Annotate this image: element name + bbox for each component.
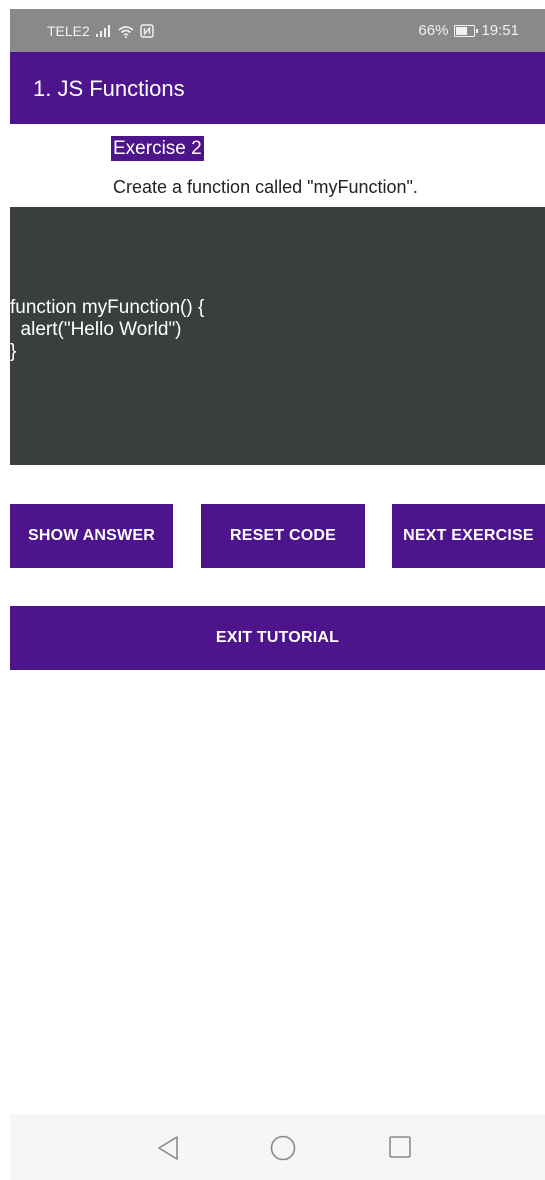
home-icon[interactable]	[270, 1135, 296, 1161]
exit-tutorial-button[interactable]: EXIT TUTORIAL	[10, 606, 545, 670]
show-answer-button[interactable]: SHOW ANSWER	[10, 504, 173, 568]
nfc-icon	[140, 24, 154, 38]
wifi-icon	[118, 25, 134, 38]
battery-icon	[454, 24, 479, 37]
system-nav-bar	[10, 1114, 545, 1180]
status-right: 66% 19:51	[418, 22, 519, 39]
code-editor[interactable]: function myFunction() { alert("Hello Wor…	[10, 207, 545, 465]
exercise-label: Exercise 2	[111, 136, 204, 161]
signal-icon	[95, 25, 112, 37]
exercise-instruction: Create a function called "myFunction".	[113, 177, 418, 197]
code-text[interactable]: function myFunction() { alert("Hello Wor…	[10, 297, 204, 363]
recents-icon[interactable]	[388, 1135, 412, 1159]
app-bar: 1. JS Functions	[10, 52, 545, 124]
status-bar: TELE2 66% 19:51	[10, 9, 545, 52]
app-screen: TELE2 66% 19:51 1. JS Functions Exercise…	[10, 9, 545, 1180]
reset-code-button[interactable]: RESET CODE	[201, 504, 365, 568]
status-left: TELE2	[47, 23, 154, 39]
clock: 19:51	[481, 22, 519, 39]
page-title: 1. JS Functions	[33, 76, 185, 101]
next-exercise-button[interactable]: NEXT EXERCISE	[392, 504, 545, 568]
battery-percent: 66%	[418, 22, 449, 39]
carrier-name: TELE2	[47, 23, 90, 39]
back-icon[interactable]	[156, 1135, 180, 1161]
